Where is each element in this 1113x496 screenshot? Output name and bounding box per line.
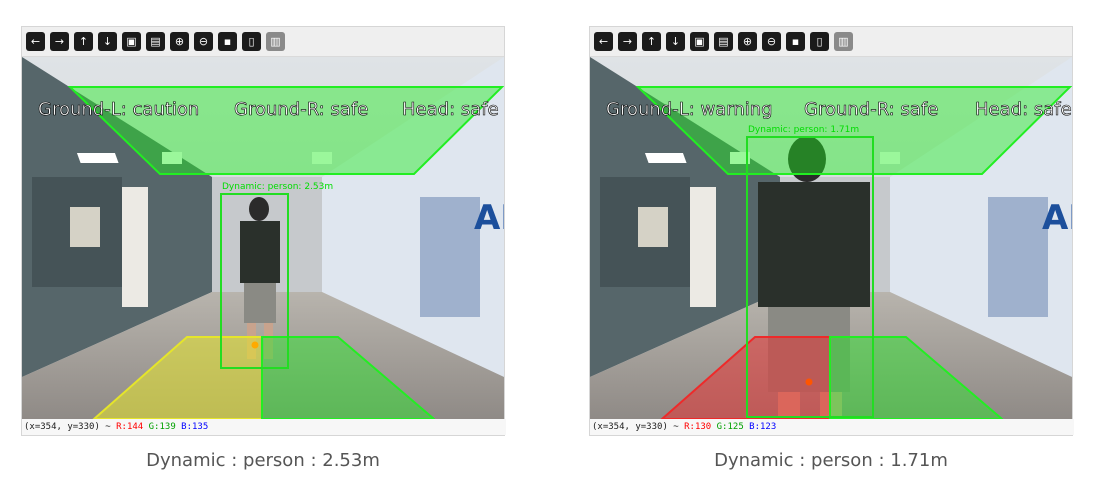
- ground-right-status: Ground-R: safe: [234, 99, 368, 120]
- wall-poster: [70, 207, 100, 247]
- person-head: [249, 197, 269, 221]
- properties-icon[interactable]: ▥: [266, 32, 285, 51]
- pixel-b: B:123: [749, 422, 777, 432]
- person-shorts: [244, 283, 276, 323]
- ground-left-status: Ground-L: caution: [38, 99, 199, 120]
- ground-left-status: Ground-L: warning: [606, 99, 773, 120]
- camera-frame: AI Dynamic: person: 2.53m Ground-L: caut…: [22, 57, 504, 419]
- save-icon[interactable]: ▪: [218, 32, 237, 51]
- zoom-out-icon[interactable]: ⊖: [194, 32, 213, 51]
- head-status: Head: safe: [975, 99, 1072, 120]
- wall-poster: [638, 207, 668, 247]
- caption-right: Dynamic : person : 1.71m: [714, 450, 948, 471]
- properties-icon[interactable]: ▥: [834, 32, 853, 51]
- caption-left: Dynamic : person : 2.53m: [146, 450, 380, 471]
- pixel-g: G:139: [148, 422, 176, 432]
- image-settings-icon[interactable]: ▤: [714, 32, 733, 51]
- ceiling-light: [644, 153, 687, 163]
- camera-view[interactable]: AI Dynamic: person: 2.53m Ground-L: caut…: [22, 57, 504, 419]
- camera-view[interactable]: AI Dynamic: person: 1.71m Ground-L: warn…: [590, 57, 1072, 419]
- arrow-left-icon[interactable]: ←: [594, 32, 613, 51]
- detection-label: Dynamic: person: 1.71m: [748, 125, 859, 135]
- toolbar: ← → ↑ ↓ ▣ ▤ ⊕ ⊖ ▪ ▯ ▥: [22, 27, 504, 57]
- image-settings-icon[interactable]: ▤: [146, 32, 165, 51]
- camera-frame: AI Dynamic: person: 1.71m Ground-L: warn…: [590, 57, 1072, 419]
- arrow-up-icon[interactable]: ↑: [74, 32, 93, 51]
- detection-label: Dynamic: person: 2.53m: [222, 182, 333, 192]
- zoom-out-icon[interactable]: ⊖: [762, 32, 781, 51]
- status-bar: (x=354, y=330) ~ R:144 G:139 B:135: [22, 419, 506, 435]
- clipboard-icon[interactable]: ▯: [242, 32, 261, 51]
- ground-right-status: Ground-R: safe: [804, 99, 938, 120]
- door: [122, 187, 148, 307]
- person-shirt: [240, 221, 280, 283]
- arrow-right-icon[interactable]: →: [618, 32, 637, 51]
- zoom-in-icon[interactable]: ⊕: [738, 32, 757, 51]
- arrow-down-icon[interactable]: ↓: [98, 32, 117, 51]
- robot-mural: [420, 197, 480, 317]
- arrow-up-icon[interactable]: ↑: [642, 32, 661, 51]
- toolbar: ← → ↑ ↓ ▣ ▤ ⊕ ⊖ ▪ ▯ ▥: [590, 27, 1072, 57]
- arrow-right-icon[interactable]: →: [50, 32, 69, 51]
- save-icon[interactable]: ▪: [786, 32, 805, 51]
- pixel-r: R:130: [684, 422, 712, 432]
- person-shirt: [758, 182, 870, 307]
- image-icon[interactable]: ▣: [690, 32, 709, 51]
- status-bar: (x=354, y=330) ~ R:130 G:125 B:123: [590, 419, 1074, 435]
- mural-letters: AI: [1042, 198, 1072, 238]
- head-status: Head: safe: [402, 99, 499, 120]
- cursor-coords: (x=354, y=330) ~: [592, 422, 685, 432]
- image-viewer-window-2: ← → ↑ ↓ ▣ ▤ ⊕ ⊖ ▪ ▯ ▥ A Dynamic: person:…: [589, 26, 1074, 436]
- clipboard-icon[interactable]: ▯: [810, 32, 829, 51]
- zoom-in-icon[interactable]: ⊕: [170, 32, 189, 51]
- pixel-r: R:144: [116, 422, 144, 432]
- pixel-g: G:125: [716, 422, 744, 432]
- ground-contact-point: [805, 378, 813, 386]
- arrow-down-icon[interactable]: ↓: [666, 32, 685, 51]
- arrow-left-icon[interactable]: ←: [26, 32, 45, 51]
- cursor-coords: (x=354, y=330) ~: [24, 422, 117, 432]
- ground-contact-point: [251, 341, 259, 349]
- image-icon[interactable]: ▣: [122, 32, 141, 51]
- pixel-b: B:135: [181, 422, 209, 432]
- ceiling-light: [76, 153, 119, 163]
- robot-mural: [988, 197, 1048, 317]
- door: [690, 187, 716, 307]
- image-viewer-window-1: ← → ↑ ↓ ▣ ▤ ⊕ ⊖ ▪ ▯ ▥ A Dynamic: person:…: [21, 26, 506, 436]
- mural-letters: AI: [474, 198, 504, 238]
